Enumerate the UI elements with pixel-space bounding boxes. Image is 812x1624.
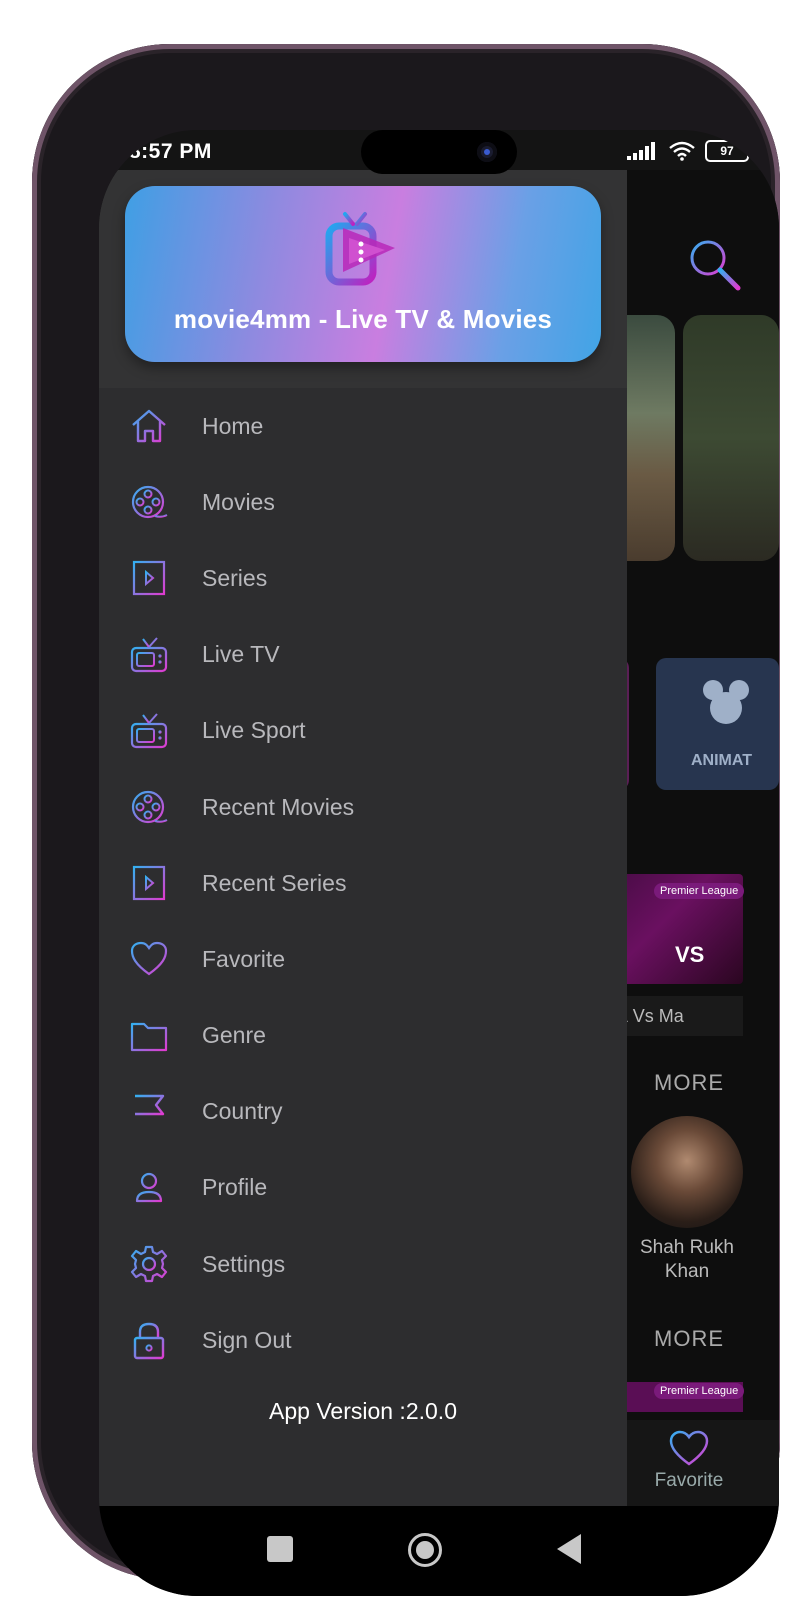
recents-button[interactable] <box>267 1536 293 1562</box>
menu-item-label: Profile <box>202 1174 268 1201</box>
film-strip-icon <box>132 561 166 596</box>
app-title: movie4mm - Live TV & Movies <box>173 304 553 334</box>
app-version: App Version :2.0.0 <box>269 1398 457 1424</box>
menu-item-live-tv[interactable]: Live TV <box>99 617 627 693</box>
menu-item-sign-out[interactable]: Sign Out <box>99 1302 627 1378</box>
heart-icon[interactable] <box>669 1430 709 1466</box>
menu-item-label: Series <box>202 564 268 591</box>
menu-item-home[interactable]: Home <box>99 388 627 464</box>
app-logo-icon <box>325 212 395 286</box>
status-bar: 8:57 PM 97 <box>99 130 779 176</box>
bottom-nav-favorite-label[interactable]: Favorite <box>639 1470 739 1492</box>
film-reel-icon <box>131 790 168 824</box>
sport-badge: Premier League <box>654 883 745 899</box>
menu-item-label: Genre <box>202 1022 266 1049</box>
screen: ANIMAT Premier League VS on Villa Vs Ma … <box>99 130 779 1596</box>
navigation-drawer: movie4mm - Live TV & Movies Home Movies … <box>99 170 627 1506</box>
menu-item-country[interactable]: Country <box>99 1074 627 1150</box>
menu-item-settings[interactable]: Settings <box>99 1226 627 1302</box>
genre-tile-label: ANIMAT <box>691 752 753 769</box>
battery-icon: 97 <box>705 140 753 162</box>
back-button[interactable] <box>557 1534 581 1564</box>
menu-item-label: Live Sport <box>202 717 306 744</box>
gear-icon <box>130 1246 168 1283</box>
system-icons: 97 <box>627 140 753 162</box>
poster-card[interactable] <box>683 315 779 561</box>
menu-item-label: Recent Series <box>202 869 347 896</box>
menu-item-label: Live TV <box>202 641 280 668</box>
menu-item-genre[interactable]: Genre <box>99 998 627 1074</box>
menu-item-profile[interactable]: Profile <box>99 1150 627 1226</box>
menu-item-movies[interactable]: Movies <box>99 464 627 540</box>
film-reel-icon <box>131 486 168 519</box>
wifi-icon <box>669 141 695 161</box>
actor-name: Shah Rukh Khan <box>639 1237 734 1282</box>
tv-icon <box>130 636 168 672</box>
drawer-header: movie4mm - Live TV & Movies <box>99 170 627 388</box>
search-icon[interactable] <box>684 234 744 294</box>
menu-item-favorite[interactable]: Favorite <box>99 921 627 997</box>
menu-item-label: Movies <box>202 488 275 515</box>
menu-item-label: Country <box>202 1098 283 1125</box>
heart-icon <box>130 942 168 976</box>
home-button[interactable] <box>408 1533 442 1567</box>
drawer-menu: Home Movies Series Live TV Live Sport Re… <box>99 388 627 1378</box>
signal-icon <box>627 142 655 160</box>
film-strip-icon <box>132 866 166 901</box>
menu-item-series[interactable]: Series <box>99 540 627 616</box>
menu-item-label: Sign Out <box>202 1326 292 1353</box>
menu-item-label: Home <box>202 412 264 439</box>
menu-item-live-sport[interactable]: Live Sport <box>99 693 627 769</box>
tv-icon <box>130 713 168 748</box>
lock-icon <box>133 1323 165 1360</box>
phone-frame: ANIMAT Premier League VS on Villa Vs Ma … <box>32 44 780 1596</box>
home-icon <box>132 409 166 443</box>
more-link[interactable]: MORE <box>654 1070 724 1096</box>
menu-item-recent-series[interactable]: Recent Series <box>99 845 627 921</box>
sport-badge: Premier League <box>654 1383 745 1399</box>
menu-item-recent-movies[interactable]: Recent Movies <box>99 769 627 845</box>
menu-item-label: Recent Movies <box>202 793 355 820</box>
more-link[interactable]: MORE <box>654 1326 724 1352</box>
status-time: 8:57 PM <box>129 140 212 163</box>
camera-island <box>361 130 517 174</box>
menu-item-label: Settings <box>202 1250 286 1277</box>
flag-icon <box>133 1094 165 1130</box>
app-banner: movie4mm - Live TV & Movies <box>125 186 601 362</box>
camera-icon <box>477 142 497 162</box>
user-icon <box>135 1172 163 1203</box>
menu-item-label: Favorite <box>202 945 286 972</box>
folder-icon <box>130 1022 168 1051</box>
mickey-icon <box>703 680 749 724</box>
actor-avatar[interactable] <box>631 1116 743 1228</box>
android-nav-bar <box>99 1506 779 1596</box>
vs-label: VS <box>675 942 705 967</box>
